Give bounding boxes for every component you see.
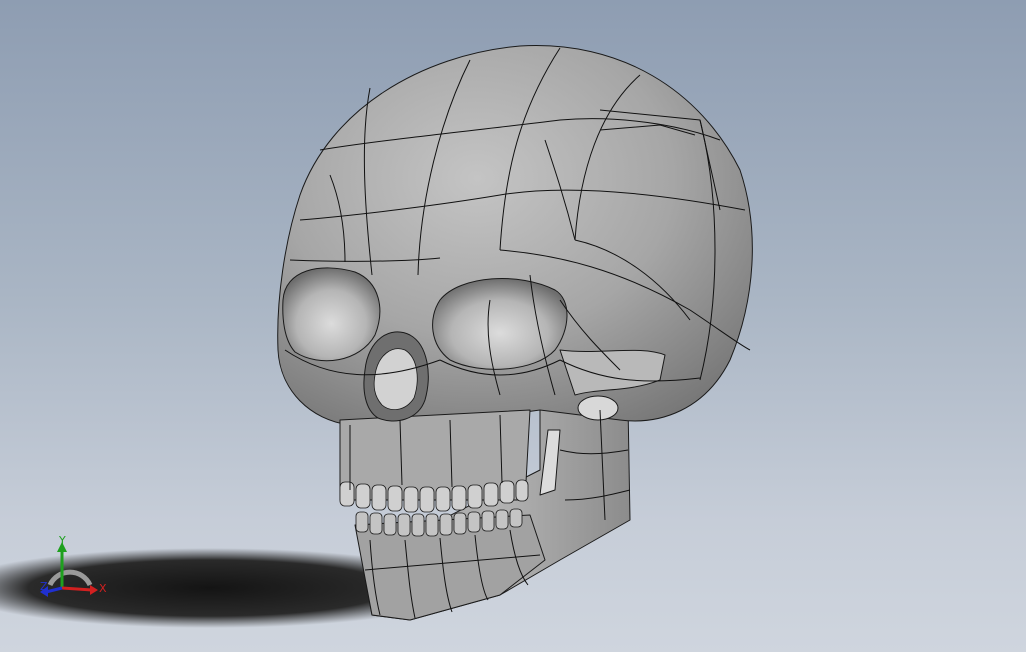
right-eye-socket xyxy=(432,278,568,370)
y-axis-label: Y xyxy=(58,534,66,547)
x-axis-label: X xyxy=(99,582,107,595)
ear-opening xyxy=(577,395,619,421)
left-eye-socket xyxy=(282,267,381,362)
x-axis-line xyxy=(61,586,93,592)
scene-canvas[interactable]: Y X Z xyxy=(0,0,1026,652)
z-axis-label: Z xyxy=(40,580,48,593)
skull-model[interactable] xyxy=(277,45,753,621)
3d-graphics-viewport[interactable]: Y X Z xyxy=(0,0,1026,652)
